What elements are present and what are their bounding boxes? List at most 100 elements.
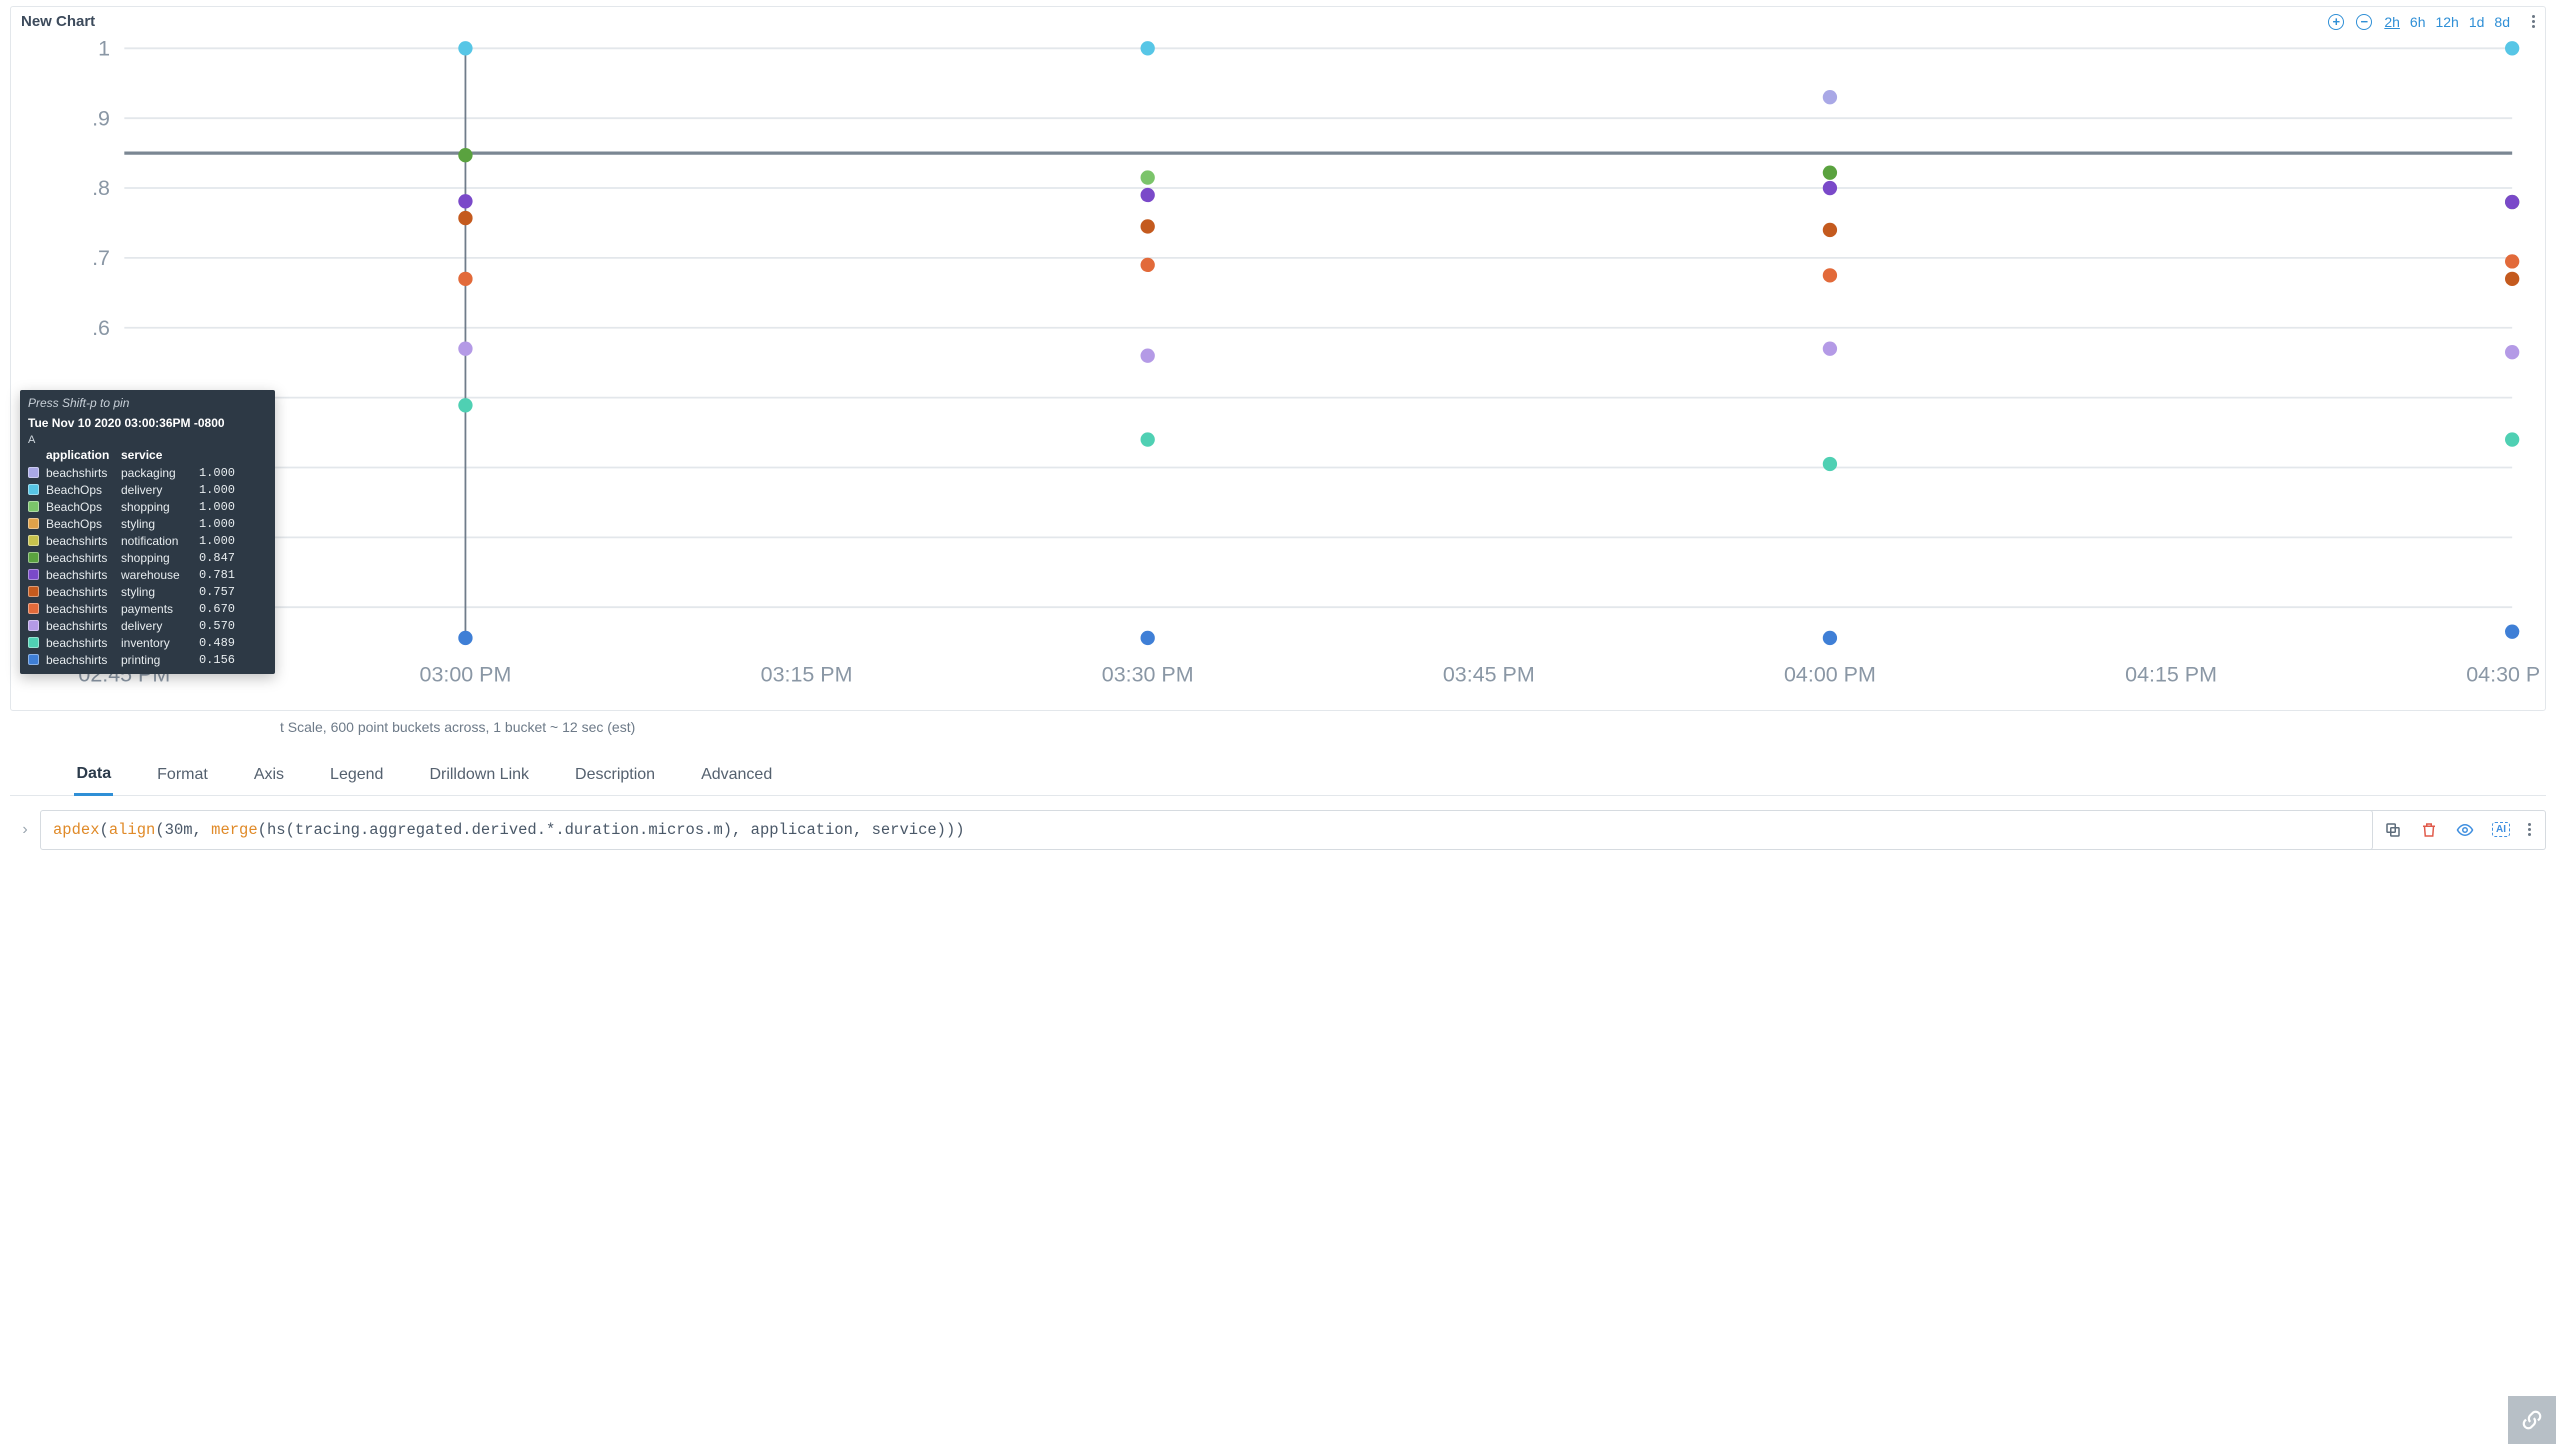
data-point[interactable] xyxy=(1823,268,1837,282)
data-point[interactable] xyxy=(2505,272,2519,286)
chart-more-menu-icon[interactable] xyxy=(2532,15,2535,28)
svg-text:03:15 PM: 03:15 PM xyxy=(761,662,853,686)
hover-tooltip: Press Shift-p to pin Tue Nov 10 2020 03:… xyxy=(20,390,275,674)
data-point[interactable] xyxy=(1141,432,1155,446)
tooltip-hint: Press Shift-p to pin xyxy=(28,396,267,410)
tooltip-app: beachshirts xyxy=(46,466,121,480)
query-row: › apdex(align(30m, merge(hs(tracing.aggr… xyxy=(10,810,2546,850)
panel-header: New Chart + − 2h6h12h1d8d xyxy=(11,7,2545,30)
copy-icon[interactable] xyxy=(2384,821,2402,839)
tooltip-row: BeachOpsdelivery1.000 xyxy=(28,481,267,498)
data-point[interactable] xyxy=(2505,625,2519,639)
data-point[interactable] xyxy=(2505,432,2519,446)
query-tools: AI xyxy=(2370,810,2546,850)
tooltip-svc: printing xyxy=(121,653,191,667)
tooltip-value: 0.156 xyxy=(191,653,235,667)
tooltip-timestamp: Tue Nov 10 2020 03:00:36PM -0800 xyxy=(28,416,267,430)
tooltip-svc: styling xyxy=(121,585,191,599)
tooltip-svc: warehouse xyxy=(121,568,191,582)
tab-data[interactable]: Data xyxy=(74,755,113,796)
svg-text:03:00 PM: 03:00 PM xyxy=(420,662,512,686)
scatter-plot[interactable]: .2.3.4.5.6.7.8.9102:45 PM03:00 PM03:15 P… xyxy=(17,34,2539,696)
tooltip-app: beachshirts xyxy=(46,636,121,650)
svg-text:03:30 PM: 03:30 PM xyxy=(1102,662,1194,686)
data-point[interactable] xyxy=(458,194,472,208)
data-point[interactable] xyxy=(1823,181,1837,195)
delete-icon[interactable] xyxy=(2420,821,2438,839)
data-point[interactable] xyxy=(458,342,472,356)
expand-query-icon[interactable]: › xyxy=(10,810,40,850)
svg-text:04:15 PM: 04:15 PM xyxy=(2125,662,2217,686)
data-point[interactable] xyxy=(1141,349,1155,363)
plot-area[interactable]: .2.3.4.5.6.7.8.9102:45 PM03:00 PM03:15 P… xyxy=(11,30,2545,710)
data-point[interactable] xyxy=(458,41,472,55)
data-point[interactable] xyxy=(458,272,472,286)
legend-swatch xyxy=(28,603,39,614)
svg-text:.9: .9 xyxy=(92,106,110,130)
zoom-out-icon[interactable]: − xyxy=(2356,14,2372,30)
tooltip-row: beachshirtsdelivery0.570 xyxy=(28,617,267,634)
tooltip-svc: shopping xyxy=(121,500,191,514)
tooltip-row: beachshirtsshopping0.847 xyxy=(28,549,267,566)
data-point[interactable] xyxy=(1141,41,1155,55)
data-point[interactable] xyxy=(2505,195,2519,209)
tooltip-row: beachshirtsprinting0.156 xyxy=(28,651,267,668)
data-point[interactable] xyxy=(458,398,472,412)
time-range-12h[interactable]: 12h xyxy=(2435,14,2458,30)
legend-swatch xyxy=(28,637,39,648)
data-point[interactable] xyxy=(2505,254,2519,268)
data-point[interactable] xyxy=(1823,631,1837,645)
legend-swatch xyxy=(28,535,39,546)
tooltip-svc: shopping xyxy=(121,551,191,565)
time-range-6h[interactable]: 6h xyxy=(2410,14,2426,30)
tooltip-header: application service xyxy=(28,446,267,464)
zoom-in-icon[interactable]: + xyxy=(2328,14,2344,30)
time-range-2h[interactable]: 2h xyxy=(2384,14,2400,30)
ai-assist-icon[interactable]: AI xyxy=(2492,821,2510,839)
data-point[interactable] xyxy=(1141,631,1155,645)
data-point[interactable] xyxy=(1823,166,1837,180)
tab-format[interactable]: Format xyxy=(155,756,210,794)
tooltip-app: beachshirts xyxy=(46,619,121,633)
tab-drilldown-link[interactable]: Drilldown Link xyxy=(427,756,531,794)
data-point[interactable] xyxy=(1141,170,1155,184)
tooltip-svc: delivery xyxy=(121,483,191,497)
data-point[interactable] xyxy=(1823,342,1837,356)
time-range-1d[interactable]: 1d xyxy=(2469,14,2485,30)
data-point[interactable] xyxy=(1823,90,1837,104)
query-input[interactable]: apdex(align(30m, merge(hs(tracing.aggreg… xyxy=(40,810,2373,850)
data-point[interactable] xyxy=(458,211,472,225)
tab-advanced[interactable]: Advanced xyxy=(699,756,774,794)
svg-text:.8: .8 xyxy=(92,176,110,200)
data-point[interactable] xyxy=(1823,223,1837,237)
data-point[interactable] xyxy=(458,631,472,645)
tooltip-col-app: application xyxy=(46,448,121,462)
share-button[interactable] xyxy=(2508,1396,2556,1444)
tooltip-app: BeachOps xyxy=(46,500,121,514)
svg-text:1: 1 xyxy=(98,36,110,60)
legend-swatch xyxy=(28,586,39,597)
tab-description[interactable]: Description xyxy=(573,756,657,794)
query-more-icon[interactable] xyxy=(2528,823,2531,836)
data-point[interactable] xyxy=(1141,188,1155,202)
tooltip-value: 1.000 xyxy=(191,500,235,514)
svg-text:04:30 PM: 04:30 PM xyxy=(2466,662,2539,686)
tooltip-app: BeachOps xyxy=(46,517,121,531)
data-point[interactable] xyxy=(2505,41,2519,55)
data-point[interactable] xyxy=(1141,219,1155,233)
data-point[interactable] xyxy=(2505,345,2519,359)
data-point[interactable] xyxy=(1141,258,1155,272)
time-range-8d[interactable]: 8d xyxy=(2494,14,2510,30)
summary-text: t Scale, 600 point buckets across, 1 buc… xyxy=(210,719,2556,735)
tab-legend[interactable]: Legend xyxy=(328,756,385,794)
tooltip-row: beachshirtsstyling0.757 xyxy=(28,583,267,600)
time-controls: + − 2h 6h 12h 1d 8d xyxy=(2328,14,2535,30)
data-point[interactable] xyxy=(458,148,472,162)
tooltip-value: 1.000 xyxy=(191,534,235,548)
visibility-icon[interactable] xyxy=(2456,821,2474,839)
tooltip-value: 0.489 xyxy=(191,636,235,650)
tab-axis[interactable]: Axis xyxy=(252,756,286,794)
tooltip-value: 1.000 xyxy=(191,466,235,480)
data-point[interactable] xyxy=(1823,457,1837,471)
tooltip-row: beachshirtswarehouse0.781 xyxy=(28,566,267,583)
